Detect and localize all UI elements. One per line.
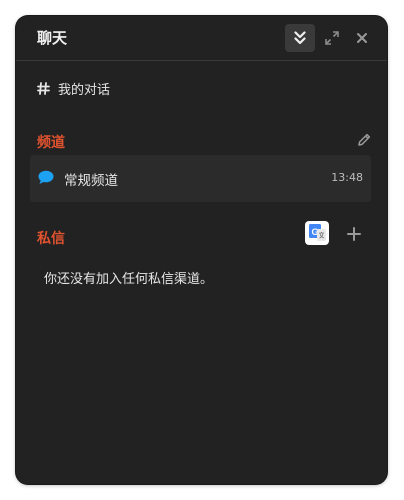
add-direct-message-button[interactable] — [346, 226, 362, 242]
my-conversations-label: 我的对话 — [58, 82, 111, 98]
chat-window: 聊天 我的对话 频道 常规频道 13:48 私信 G 你还没有加入任何私信渠道。 — [16, 16, 387, 484]
my-conversations-link[interactable]: 我的对话 — [37, 78, 110, 98]
channel-time: 13:48 — [331, 171, 363, 184]
pencil-icon — [358, 133, 371, 146]
channel-name: 常规频道 — [64, 173, 118, 189]
grid-hash-icon — [37, 81, 50, 95]
channel-item-general[interactable]: 常规频道 13:48 — [30, 155, 371, 202]
expand-button[interactable] — [317, 24, 347, 52]
google-translate-icon: G — [309, 224, 326, 241]
no-direct-messages-text: 你还没有加入任何私信渠道。 — [44, 272, 214, 287]
expand-icon — [325, 31, 339, 45]
chat-header: 聊天 — [16, 16, 387, 61]
direct-messages-section-title: 私信 — [37, 231, 65, 247]
close-button[interactable] — [347, 24, 377, 52]
collapse-button[interactable] — [285, 24, 315, 52]
plus-icon — [347, 227, 361, 241]
double-chevron-down-icon — [294, 31, 306, 45]
chat-title: 聊天 — [37, 29, 68, 47]
google-translate-button[interactable]: G — [305, 221, 329, 245]
speech-bubble-icon — [38, 170, 54, 184]
edit-channels-button[interactable] — [356, 132, 372, 148]
close-icon — [357, 33, 367, 43]
channels-section-title: 频道 — [37, 135, 65, 151]
